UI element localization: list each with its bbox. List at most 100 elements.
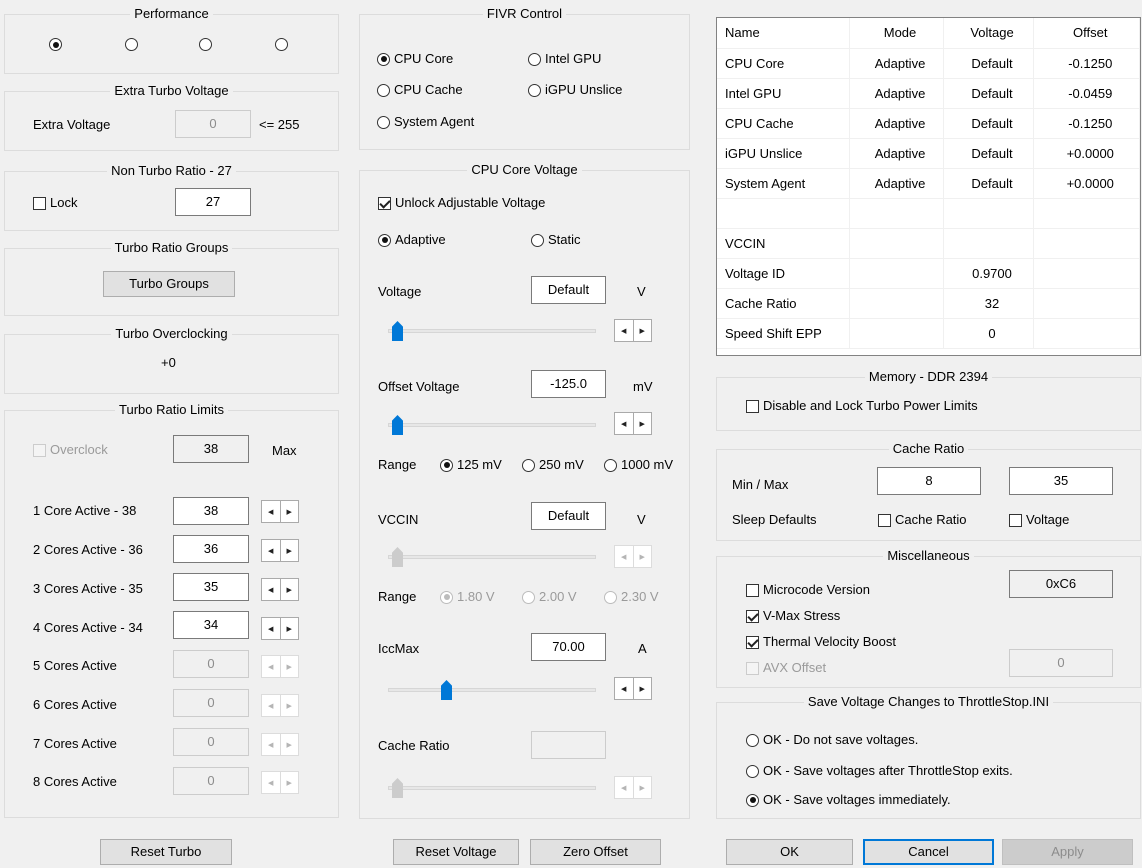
core-row-spinner[interactable]: ◀ ▶ bbox=[261, 733, 299, 756]
range-250-radio[interactable]: 250 mV bbox=[522, 457, 584, 473]
arrow-left-icon[interactable]: ◀ bbox=[615, 777, 633, 798]
ok-button[interactable]: OK bbox=[726, 839, 853, 865]
slider-thumb[interactable] bbox=[392, 547, 403, 567]
table-row[interactable]: CPU Core Adaptive Default -0.1250 bbox=[717, 48, 1140, 79]
disable-turbo-limits-checkbox[interactable]: Disable and Lock Turbo Power Limits bbox=[746, 398, 978, 414]
arrow-right-icon[interactable]: ▶ bbox=[632, 777, 652, 798]
cache-min-field[interactable]: 8 bbox=[877, 467, 981, 495]
performance-option-2[interactable] bbox=[125, 38, 142, 51]
slider-thumb[interactable] bbox=[392, 778, 403, 798]
arrow-left-icon[interactable]: ◀ bbox=[262, 656, 280, 677]
voltage-spinner[interactable]: ◀ ▶ bbox=[614, 319, 652, 342]
arrow-left-icon[interactable]: ◀ bbox=[262, 695, 280, 716]
table-row[interactable]: CPU Cache Adaptive Default -0.1250 bbox=[717, 108, 1140, 139]
core-row-field[interactable]: 35 bbox=[173, 573, 249, 601]
arrow-left-icon[interactable]: ◀ bbox=[262, 618, 280, 639]
arrow-left-icon[interactable]: ◀ bbox=[262, 734, 280, 755]
extra-voltage-field[interactable]: 0 bbox=[175, 110, 251, 138]
arrow-right-icon[interactable]: ▶ bbox=[279, 501, 299, 522]
arrow-right-icon[interactable]: ▶ bbox=[279, 772, 299, 793]
core-row-field[interactable]: 0 bbox=[173, 728, 249, 756]
vccin-range-230-radio[interactable]: 2.30 V bbox=[604, 589, 659, 605]
cancel-button[interactable]: Cancel bbox=[863, 839, 994, 865]
range-1000-radio[interactable]: 1000 mV bbox=[604, 457, 673, 473]
vmax-stress-checkbox[interactable]: V-Max Stress bbox=[746, 608, 840, 624]
iccmax-slider[interactable] bbox=[388, 678, 596, 702]
microcode-checkbox[interactable]: Microcode Version bbox=[746, 582, 870, 598]
table-row[interactable]: Intel GPU Adaptive Default -0.0459 bbox=[717, 78, 1140, 109]
arrow-left-icon[interactable]: ◀ bbox=[615, 320, 633, 341]
lock-checkbox[interactable]: Lock bbox=[33, 195, 77, 211]
core-row-spinner[interactable]: ◀ ▶ bbox=[261, 655, 299, 678]
core-row-field[interactable]: 0 bbox=[173, 689, 249, 717]
non-turbo-field[interactable]: 27 bbox=[175, 188, 251, 216]
core-row-spinner[interactable]: ◀ ▶ bbox=[261, 539, 299, 562]
performance-option-4[interactable] bbox=[275, 38, 292, 51]
cache-ratio-slider[interactable] bbox=[388, 776, 596, 800]
performance-option-3[interactable] bbox=[199, 38, 216, 51]
overclock-field[interactable]: 38 bbox=[173, 435, 249, 463]
arrow-right-icon[interactable]: ▶ bbox=[279, 695, 299, 716]
voltage-slider[interactable] bbox=[388, 319, 596, 343]
arrow-right-icon[interactable]: ▶ bbox=[632, 320, 652, 341]
sleep-cache-ratio-checkbox[interactable]: Cache Ratio bbox=[878, 512, 967, 528]
unlock-voltage-checkbox[interactable]: Unlock Adjustable Voltage bbox=[378, 195, 545, 211]
table-row[interactable]: Cache Ratio 32 bbox=[717, 288, 1140, 319]
save-option-immediately[interactable]: OK - Save voltages immediately. bbox=[746, 792, 951, 808]
apply-button[interactable]: Apply bbox=[1002, 839, 1133, 865]
arrow-right-icon[interactable]: ▶ bbox=[279, 656, 299, 677]
vccin-range-200-radio[interactable]: 2.00 V bbox=[522, 589, 577, 605]
cache-max-field[interactable]: 35 bbox=[1009, 467, 1113, 495]
vccin-field[interactable]: Default bbox=[531, 502, 606, 530]
cache-ratio-spinner[interactable]: ◀ ▶ bbox=[614, 776, 652, 799]
table-row[interactable]: System Agent Adaptive Default +0.0000 bbox=[717, 168, 1140, 199]
reset-voltage-button[interactable]: Reset Voltage bbox=[393, 839, 519, 865]
sleep-voltage-checkbox[interactable]: Voltage bbox=[1009, 512, 1069, 528]
arrow-right-icon[interactable]: ▶ bbox=[632, 413, 652, 434]
iccmax-spinner[interactable]: ◀ ▶ bbox=[614, 677, 652, 700]
slider-thumb[interactable] bbox=[392, 415, 403, 435]
core-row-spinner[interactable]: ◀ ▶ bbox=[261, 500, 299, 523]
core-row-spinner[interactable]: ◀ ▶ bbox=[261, 694, 299, 717]
table-row[interactable] bbox=[717, 198, 1140, 229]
arrow-right-icon[interactable]: ▶ bbox=[632, 678, 652, 699]
avx-offset-checkbox[interactable]: AVX Offset bbox=[746, 660, 826, 676]
core-row-field[interactable]: 0 bbox=[173, 650, 249, 678]
fivr-igpu-unslice-radio[interactable]: iGPU Unslice bbox=[528, 82, 622, 98]
offset-spinner[interactable]: ◀ ▶ bbox=[614, 412, 652, 435]
turbo-groups-button[interactable]: Turbo Groups bbox=[103, 271, 235, 297]
offset-voltage-field[interactable]: -125.0 bbox=[531, 370, 606, 398]
arrow-left-icon[interactable]: ◀ bbox=[262, 579, 280, 600]
arrow-left-icon[interactable]: ◀ bbox=[615, 678, 633, 699]
fivr-system-agent-radio[interactable]: System Agent bbox=[377, 114, 474, 130]
core-row-spinner[interactable]: ◀ ▶ bbox=[261, 771, 299, 794]
reset-turbo-button[interactable]: Reset Turbo bbox=[100, 839, 232, 865]
save-option-no-save[interactable]: OK - Do not save voltages. bbox=[746, 732, 918, 748]
arrow-right-icon[interactable]: ▶ bbox=[279, 540, 299, 561]
range-125-radio[interactable]: 125 mV bbox=[440, 457, 502, 473]
core-row-field[interactable]: 0 bbox=[173, 767, 249, 795]
iccmax-field[interactable]: 70.00 bbox=[531, 633, 606, 661]
arrow-right-icon[interactable]: ▶ bbox=[632, 546, 652, 567]
slider-thumb[interactable] bbox=[441, 680, 452, 700]
arrow-left-icon[interactable]: ◀ bbox=[615, 413, 633, 434]
zero-offset-button[interactable]: Zero Offset bbox=[530, 839, 661, 865]
table-row[interactable]: iGPU Unslice Adaptive Default +0.0000 bbox=[717, 138, 1140, 169]
overclock-checkbox[interactable]: Overclock bbox=[33, 442, 108, 458]
adaptive-radio[interactable]: Adaptive bbox=[378, 232, 446, 248]
arrow-left-icon[interactable]: ◀ bbox=[615, 546, 633, 567]
avx-offset-field[interactable]: 0 bbox=[1009, 649, 1113, 677]
save-option-on-exit[interactable]: OK - Save voltages after ThrottleStop ex… bbox=[746, 763, 1013, 779]
vccin-spinner[interactable]: ◀ ▶ bbox=[614, 545, 652, 568]
static-radio[interactable]: Static bbox=[531, 232, 581, 248]
fivr-intel-gpu-radio[interactable]: Intel GPU bbox=[528, 51, 601, 67]
arrow-right-icon[interactable]: ▶ bbox=[279, 579, 299, 600]
core-row-field[interactable]: 38 bbox=[173, 497, 249, 525]
cache-ratio-voltage-field[interactable] bbox=[531, 731, 606, 759]
arrow-left-icon[interactable]: ◀ bbox=[262, 501, 280, 522]
core-row-field[interactable]: 34 bbox=[173, 611, 249, 639]
vccin-range-180-radio[interactable]: 1.80 V bbox=[440, 589, 495, 605]
fivr-cpu-core-radio[interactable]: CPU Core bbox=[377, 51, 453, 67]
offset-slider[interactable] bbox=[388, 413, 596, 437]
table-row[interactable]: VCCIN bbox=[717, 228, 1140, 259]
